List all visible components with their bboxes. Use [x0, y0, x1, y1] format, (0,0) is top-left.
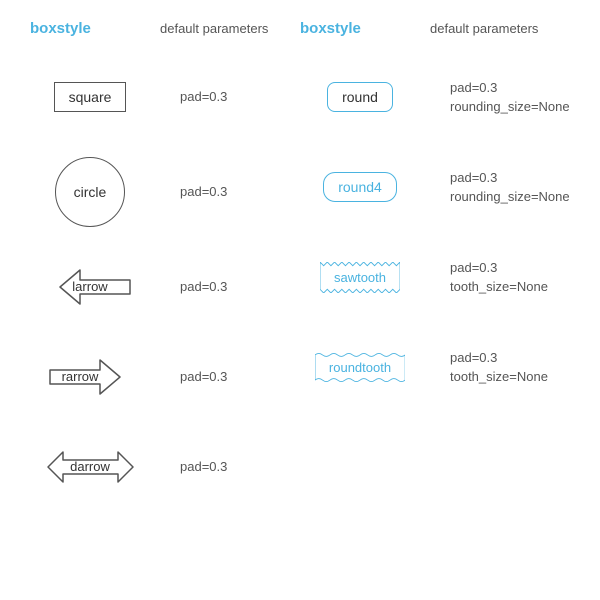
right-column: boxstyle default parameters round pad=0.… — [300, 20, 570, 527]
params-round4: pad=0.3rounding_size=None — [450, 168, 570, 207]
row-circle: circle pad=0.3 — [30, 157, 300, 227]
params-roundtooth: pad=0.3tooth_size=None — [450, 348, 548, 387]
row-larrow: larrow pad=0.3 — [30, 257, 300, 317]
shape-round4: round4 — [323, 172, 397, 202]
shape-round4-container: round4 — [300, 172, 420, 202]
shape-roundtooth-container: roundtooth — [300, 352, 420, 383]
right-header-params: default parameters — [430, 21, 538, 36]
params-darrow: pad=0.3 — [180, 457, 227, 477]
shape-sawtooth-container: sawtooth — [300, 262, 420, 293]
shape-round: round — [327, 82, 393, 112]
row-darrow: darrow pad=0.3 — [30, 437, 300, 497]
svg-text:rarrow: rarrow — [62, 369, 99, 384]
params-round: pad=0.3rounding_size=None — [450, 78, 570, 117]
shape-larrow: larrow — [40, 262, 140, 312]
svg-text:darrow: darrow — [70, 459, 110, 474]
right-column-header: boxstyle default parameters — [300, 20, 570, 47]
row-square: square pad=0.3 — [30, 67, 300, 127]
row-sawtooth: sawtooth pad=0.3tooth_size=None — [300, 247, 570, 307]
shape-rarrow: rarrow — [40, 352, 140, 402]
right-header-title: boxstyle — [300, 20, 390, 37]
shape-circle: circle — [55, 157, 125, 227]
params-larrow: pad=0.3 — [180, 277, 227, 297]
shape-circle-container: circle — [30, 157, 150, 227]
left-column: boxstyle default parameters square pad=0… — [30, 20, 300, 527]
shape-rarrow-container: rarrow — [30, 352, 150, 402]
shape-square-container: square — [30, 82, 150, 112]
params-sawtooth: pad=0.3tooth_size=None — [450, 258, 548, 297]
left-header-title: boxstyle — [30, 20, 120, 37]
row-roundtooth: roundtooth pad=0.3tooth_size=None — [300, 337, 570, 397]
shape-darrow-container: darrow — [30, 440, 150, 495]
shape-square: square — [54, 82, 127, 112]
shape-larrow-container: larrow — [30, 262, 150, 312]
row-rarrow: rarrow pad=0.3 — [30, 347, 300, 407]
row-round: round pad=0.3rounding_size=None — [300, 67, 570, 127]
params-circle: pad=0.3 — [180, 182, 227, 202]
shape-darrow: darrow — [33, 440, 148, 495]
left-column-header: boxstyle default parameters — [30, 20, 300, 47]
shape-sawtooth: sawtooth — [320, 262, 400, 293]
main-container: boxstyle default parameters square pad=0… — [0, 0, 600, 547]
params-square: pad=0.3 — [180, 87, 227, 107]
row-round4: round4 pad=0.3rounding_size=None — [300, 157, 570, 217]
svg-text:larrow: larrow — [72, 279, 108, 294]
params-rarrow: pad=0.3 — [180, 367, 227, 387]
left-header-params: default parameters — [160, 21, 268, 36]
shape-roundtooth: roundtooth — [315, 352, 405, 383]
shape-round-container: round — [300, 82, 420, 112]
